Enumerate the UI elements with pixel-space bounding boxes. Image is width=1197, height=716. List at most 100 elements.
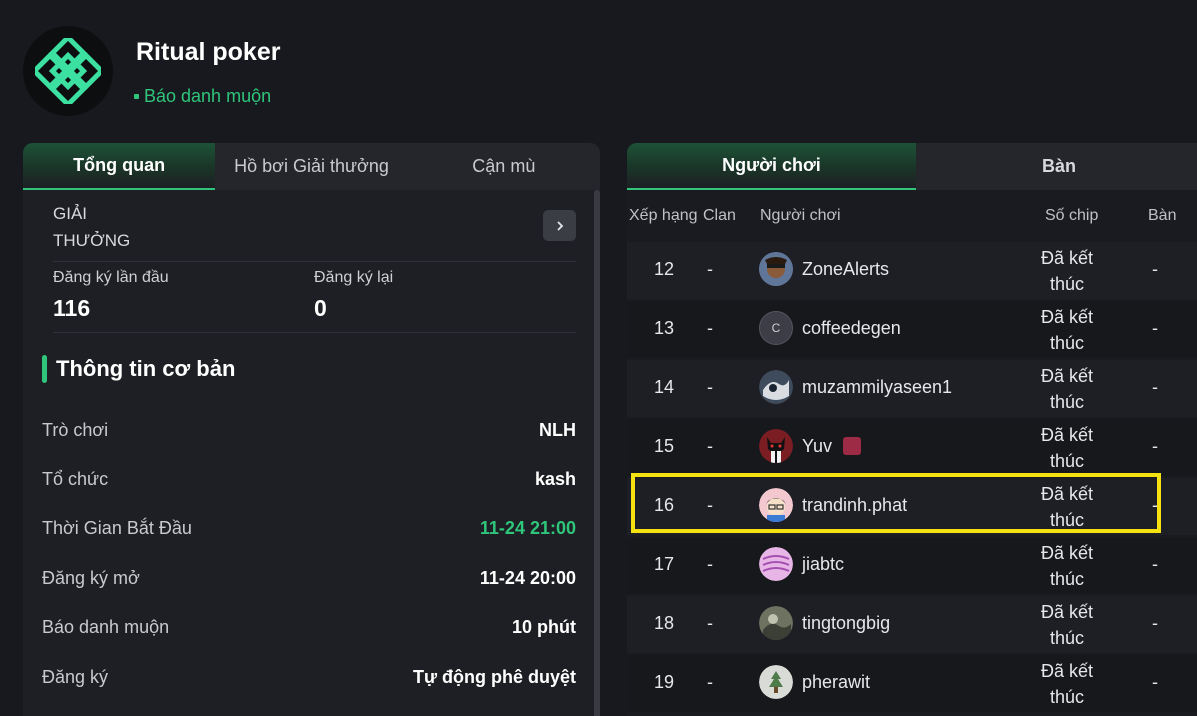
table-number: - — [1152, 613, 1158, 633]
re-registration: Đăng ký lại 0 — [314, 269, 393, 322]
table-number: - — [1152, 436, 1158, 456]
rank: 12 — [654, 259, 675, 279]
section-accent-bar — [42, 355, 47, 383]
chevron-right-icon — [556, 220, 563, 231]
table-number: - — [1152, 318, 1158, 338]
player-cell: muzammilyaseen1 — [759, 370, 952, 404]
info-value: 11-24 21:00 — [479, 517, 576, 538]
info-key: Thời Gian Bắt Đầu — [42, 517, 192, 538]
col-clan[interactable]: Clan — [703, 207, 736, 225]
table-row[interactable]: 18 - tingtongbig Đã kết thúc - — [627, 596, 1197, 653]
avatar — [759, 547, 793, 581]
table-row[interactable]: 19 - pherawit Đã kết thúc - — [627, 655, 1197, 712]
tab-tables[interactable]: Bàn — [916, 143, 1197, 190]
clan: - — [707, 318, 713, 338]
avatar-illustration-icon — [759, 547, 793, 581]
prize-label: GIẢI THƯỞNG — [53, 204, 131, 250]
player-cell: Yuv — [759, 429, 862, 463]
overview-panel: Tổng quan Hồ bơi Giải thưởng Cận mù GIẢI… — [23, 143, 600, 716]
avatar — [759, 429, 793, 463]
tab-players[interactable]: Người chơi — [627, 143, 916, 190]
info-key: Trò chơi — [42, 419, 109, 440]
prize-expand-button[interactable] — [543, 210, 576, 241]
clan: - — [707, 436, 713, 456]
info-key: Báo danh muộn — [42, 616, 170, 637]
player-name[interactable]: muzammilyaseen1 — [802, 377, 952, 398]
rank: 16 — [654, 495, 675, 515]
info-value: 11-24 20:00 — [479, 567, 576, 588]
table-row[interactable]: 17 - jiabtc Đã kết thúc - — [627, 537, 1197, 594]
first-registration-value: 116 — [53, 295, 91, 321]
table-number: - — [1152, 377, 1158, 397]
col-table[interactable]: Bàn — [1148, 207, 1176, 225]
tab-blinds[interactable]: Cận mù — [408, 143, 600, 190]
re-registration-value: 0 — [314, 295, 327, 321]
avatar — [759, 488, 793, 522]
avatar-illustration-icon — [759, 665, 793, 699]
table-number: - — [1152, 495, 1158, 515]
status-dot — [134, 94, 139, 99]
table-row[interactable]: 14 - muzammilyaseen1 Đã kết thúc - — [627, 360, 1197, 417]
clan: - — [707, 377, 713, 397]
rank: 18 — [654, 613, 675, 633]
clan: - — [707, 672, 713, 692]
player-cell: ZoneAlerts — [759, 252, 889, 286]
player-name[interactable]: pherawit — [802, 672, 870, 693]
avatar — [759, 606, 793, 640]
clan: - — [707, 495, 713, 515]
scrollbar[interactable] — [594, 190, 600, 716]
col-chips[interactable]: Số chip — [1045, 207, 1098, 225]
info-row-start-time: Thời Gian Bắt Đầu 11-24 21:00 — [42, 513, 576, 543]
player-name[interactable]: jiabtc — [802, 554, 844, 575]
col-rank[interactable]: Xếp hạng — [629, 207, 698, 225]
scrollbar-thumb[interactable] — [594, 190, 600, 716]
player-name[interactable]: trandinh.phat — [802, 495, 907, 516]
prize-row[interactable]: GIẢI THƯỞNG — [53, 200, 576, 262]
players-tabs: Người chơi Bàn — [627, 143, 1197, 190]
info-row-registration-mode: Đăng ký Tự động phê duyệt — [42, 662, 576, 692]
col-player[interactable]: Người chơi — [760, 207, 841, 225]
registration-stats: Đăng ký lần đầu 116 Đăng ký lại 0 — [53, 269, 576, 333]
info-row-late-registration: Báo danh muộn 10 phút — [42, 612, 576, 642]
player-cell: trandinh.phat — [759, 488, 907, 522]
chips-status: Đã kết thúc — [1040, 543, 1094, 589]
rank: 13 — [654, 318, 675, 338]
chips-status: Đã kết thúc — [1040, 425, 1094, 471]
tab-overview[interactable]: Tổng quan — [23, 143, 216, 190]
player-cell: tingtongbig — [759, 606, 890, 640]
info-row-organizer: Tổ chức kash — [42, 464, 576, 494]
re-registration-label: Đăng ký lại — [314, 269, 394, 286]
player-name[interactable]: Yuv — [802, 436, 832, 457]
info-value: Tự động phê duyệt — [412, 666, 576, 687]
rank: 14 — [654, 377, 675, 397]
avatar — [759, 252, 793, 286]
players-panel: Người chơi Bàn Xếp hạng Clan Người chơi … — [627, 143, 1197, 716]
avatar — [759, 665, 793, 699]
info-value: kash — [534, 468, 576, 489]
first-registration-label: Đăng ký lần đầu — [53, 269, 169, 286]
chips-status: Đã kết thúc — [1040, 307, 1094, 353]
table-row[interactable]: 13 - C coffeedegen Đã kết thúc - — [627, 301, 1197, 358]
table-row[interactable]: 15 - Yuv Đã kết thúc - — [627, 419, 1197, 476]
overview-tabs: Tổng quan Hồ bơi Giải thưởng Cận mù — [23, 143, 600, 190]
avatar-illustration-icon — [759, 488, 793, 522]
player-cell: C coffeedegen — [759, 311, 901, 345]
avatar-illustration-icon — [759, 370, 793, 404]
section-title: Thông tin cơ bản — [56, 356, 236, 381]
table-number: - — [1152, 554, 1158, 574]
tab-prize-pool[interactable]: Hồ bơi Giải thưởng — [215, 143, 407, 190]
chips-status: Đã kết thúc — [1040, 484, 1094, 530]
avatar-illustration-icon — [759, 252, 793, 286]
player-name[interactable]: ZoneAlerts — [802, 259, 889, 280]
player-name[interactable]: tingtongbig — [802, 613, 890, 634]
info-value: 10 phút — [511, 616, 576, 637]
late-registration-status: Báo danh muộn — [134, 86, 271, 107]
table-row[interactable]: 12 - ZoneAlerts Đã kết thúc - — [627, 242, 1197, 299]
player-name[interactable]: coffeedegen — [802, 318, 901, 339]
info-key: Đăng ký — [42, 666, 109, 687]
table-row-highlighted[interactable]: 16 - trandinh.phat Đã kết thúc - — [627, 478, 1197, 535]
info-value: NLH — [539, 419, 576, 440]
rank: 15 — [654, 436, 675, 456]
first-registration: Đăng ký lần đầu 116 — [53, 269, 169, 322]
avatar-illustration-icon — [759, 606, 793, 640]
